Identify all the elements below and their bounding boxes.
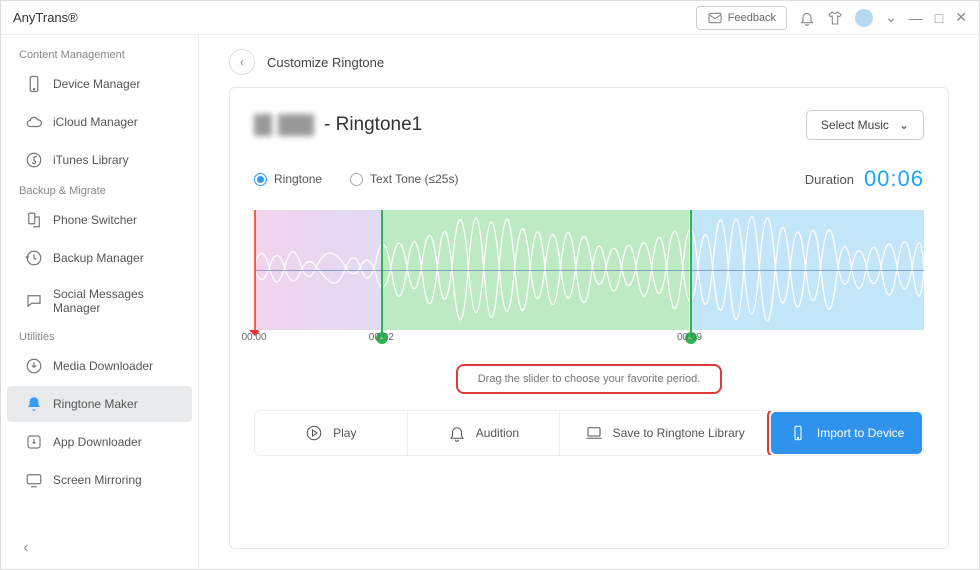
radio-ringtone-label: Ringtone — [274, 172, 322, 186]
sidebar-item-label: App Downloader — [53, 435, 142, 449]
sidebar-item-media-downloader[interactable]: Media Downloader — [7, 348, 192, 384]
song-name: - Ringtone1 — [324, 114, 422, 136]
app-title: AnyTrans® — [13, 10, 78, 25]
sidebar-item-phone-switcher[interactable]: Phone Switcher — [7, 202, 192, 238]
play-icon — [305, 424, 323, 442]
laptop-icon — [585, 424, 603, 442]
playhead[interactable] — [254, 210, 256, 330]
waveform-line — [254, 210, 924, 325]
save-library-button[interactable]: Save to Ringtone Library — [560, 411, 770, 455]
bell-outline-icon — [448, 424, 466, 442]
sidebar-item-backup-manager[interactable]: Backup Manager — [7, 240, 192, 276]
app-icon — [25, 433, 43, 451]
save-label: Save to Ringtone Library — [613, 426, 745, 440]
sidebar-item-social-manager[interactable]: Social Messages Manager — [7, 278, 192, 324]
tick-start: 00:00 — [241, 332, 266, 343]
sidebar-item-label: Device Manager — [53, 77, 140, 91]
audition-button[interactable]: Audition — [408, 411, 561, 455]
close-icon[interactable]: ✕ — [955, 9, 967, 26]
avatar[interactable] — [855, 9, 873, 27]
chevron-down-icon[interactable]: ⌄ — [885, 9, 897, 26]
tick-sel-start: 00:02 — [369, 332, 394, 343]
radio-ringtone[interactable]: Ringtone — [254, 172, 322, 186]
sidebar-item-label: Phone Switcher — [53, 213, 137, 227]
sidebar-item-label: iTunes Library — [53, 153, 129, 167]
play-button[interactable]: Play — [255, 411, 408, 455]
page-title: Customize Ringtone — [267, 55, 384, 70]
select-music-label: Select Music — [821, 118, 889, 132]
radio-texttone-label: Text Tone (≤25s) — [370, 172, 458, 186]
duration-value: 00:06 — [864, 166, 924, 192]
phone-icon — [25, 75, 43, 93]
bell-icon[interactable] — [799, 10, 815, 26]
radio-dot-icon — [254, 173, 267, 186]
waveform[interactable]: ⇔ ⇔ — [254, 210, 924, 330]
hint-callout: Drag the slider to choose your favorite … — [456, 364, 723, 394]
sidebar-item-label: iCloud Manager — [53, 115, 138, 129]
collapse-sidebar-button[interactable]: ‹ — [15, 537, 37, 559]
feedback-button[interactable]: Feedback — [696, 6, 787, 30]
feedback-label: Feedback — [728, 12, 776, 24]
duration-label: Duration — [805, 172, 854, 187]
history-icon — [25, 249, 43, 267]
sidebar-section-backup: Backup & Migrate — [1, 179, 198, 201]
select-music-button[interactable]: Select Music ⌄ — [806, 110, 924, 140]
song-title: - Ringtone1 — [254, 114, 422, 136]
music-note-icon — [25, 151, 43, 169]
sidebar-item-label: Backup Manager — [53, 251, 144, 265]
shirt-icon[interactable] — [827, 10, 843, 26]
import-label: Import to Device — [817, 426, 904, 440]
sidebar-item-label: Media Downloader — [53, 359, 153, 373]
play-label: Play — [333, 426, 356, 440]
sidebar-item-app-downloader[interactable]: App Downloader — [7, 424, 192, 460]
import-device-button[interactable]: Import to Device — [771, 412, 922, 454]
device-icon — [789, 424, 807, 442]
wave-axis — [254, 270, 924, 271]
sidebar-section-content: Content Management — [1, 43, 198, 65]
radio-texttone[interactable]: Text Tone (≤25s) — [350, 172, 458, 186]
radio-dot-icon — [350, 173, 363, 186]
import-highlight: Import to Device — [767, 410, 924, 456]
sidebar-item-device-manager[interactable]: Device Manager — [7, 66, 192, 102]
trim-handle-start[interactable]: ⇔ — [381, 210, 383, 338]
tick-sel-end: 00:09 — [677, 332, 702, 343]
back-button[interactable]: ‹ — [229, 49, 255, 75]
bell-icon — [25, 395, 43, 413]
audition-label: Audition — [476, 426, 519, 440]
sidebar-section-utilities: Utilities — [1, 325, 198, 347]
sidebar-item-label: Social Messages Manager — [53, 287, 174, 315]
mail-icon — [707, 10, 723, 26]
sidebar-item-icloud-manager[interactable]: iCloud Manager — [7, 104, 192, 140]
chevron-down-icon: ⌄ — [899, 118, 909, 132]
sidebar-item-ringtone-maker[interactable]: Ringtone Maker — [7, 386, 192, 422]
sidebar-item-label: Screen Mirroring — [53, 473, 142, 487]
trim-handle-end[interactable]: ⇔ — [690, 210, 692, 338]
sidebar-item-itunes-library[interactable]: iTunes Library — [7, 142, 192, 178]
minimize-icon[interactable]: ― — [909, 10, 923, 26]
switch-icon — [25, 211, 43, 229]
sidebar-item-label: Ringtone Maker — [53, 397, 138, 411]
sidebar-item-screen-mirroring[interactable]: Screen Mirroring — [7, 462, 192, 498]
blurred-artist — [254, 114, 314, 136]
download-icon — [25, 357, 43, 375]
time-axis: 00:00 00:02 00:09 — [254, 330, 924, 356]
cloud-icon — [25, 113, 43, 131]
screen-icon — [25, 471, 43, 489]
maximize-icon[interactable]: □ — [935, 10, 943, 26]
sidebar: Content Management Device Manager iCloud… — [1, 35, 199, 569]
chat-icon — [25, 292, 43, 310]
action-bar: Play Audition Save to Ringtone Library I… — [254, 410, 924, 456]
